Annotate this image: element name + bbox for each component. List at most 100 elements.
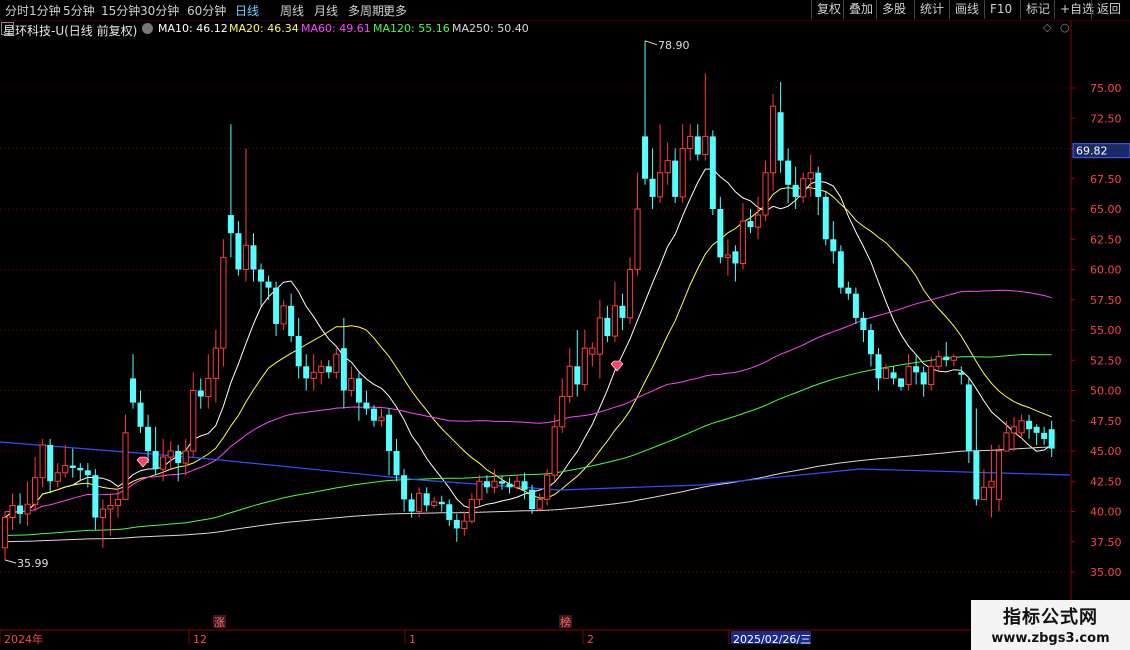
candle-body bbox=[431, 501, 438, 506]
toolbar-button-3[interactable]: 统计 bbox=[914, 0, 949, 19]
legend-toggle-icon[interactable] bbox=[142, 23, 153, 34]
candle-body bbox=[491, 480, 498, 488]
candle-body bbox=[672, 160, 679, 197]
candle-body bbox=[250, 245, 257, 270]
candle-body bbox=[521, 481, 528, 490]
candle-body bbox=[679, 148, 686, 198]
candle-body bbox=[762, 172, 769, 216]
diamond-icon[interactable]: ◇ bbox=[1043, 21, 1051, 34]
candle-body bbox=[363, 402, 370, 409]
candle-body bbox=[393, 451, 400, 476]
candle-body bbox=[130, 378, 137, 403]
y-tick-label: 50.00 bbox=[1090, 385, 1122, 398]
candle-body bbox=[69, 465, 76, 468]
candle-body bbox=[536, 498, 543, 510]
candle-body bbox=[386, 414, 393, 451]
candle-body bbox=[258, 269, 265, 282]
ma120-label: MA120: 55.16 bbox=[373, 22, 450, 35]
candle-body bbox=[732, 251, 739, 264]
candle-body bbox=[401, 475, 408, 500]
toolbar-button-2[interactable]: 多股 bbox=[876, 0, 911, 19]
candle-body bbox=[84, 470, 91, 476]
candle-body bbox=[348, 377, 355, 391]
candle-body bbox=[9, 504, 16, 519]
toolbar-button-8[interactable]: 返回 bbox=[1091, 0, 1126, 19]
period-tab-5[interactable]: 60分钟 bbox=[187, 2, 226, 19]
period-tab-3[interactable]: 15分钟 bbox=[101, 2, 140, 19]
marker-label: 涨 bbox=[214, 616, 225, 629]
candle-body bbox=[280, 305, 287, 325]
y-tick-label: 55.00 bbox=[1090, 324, 1122, 337]
candle-body bbox=[318, 365, 325, 373]
candle-body bbox=[1033, 426, 1040, 433]
candle-body bbox=[739, 220, 747, 264]
candle-body bbox=[943, 356, 950, 361]
candle-body bbox=[792, 184, 799, 197]
candle-body bbox=[468, 498, 475, 522]
candle-body bbox=[62, 465, 69, 474]
toolbar-button-4[interactable]: 画线 bbox=[949, 0, 984, 19]
candle-body bbox=[950, 356, 957, 361]
toolbar-button-6[interactable]: 标记 bbox=[1020, 0, 1055, 19]
current-price-label: 69.82 bbox=[1076, 145, 1108, 158]
candle-body bbox=[626, 269, 634, 319]
stock-title: 星环科技-U(日线 前复权) bbox=[3, 24, 138, 38]
period-tab-0[interactable]: 分时 bbox=[5, 2, 29, 19]
period-tab-8[interactable]: 月线 bbox=[314, 2, 338, 19]
ma10-label: MA10: 46.12 bbox=[158, 22, 228, 35]
candle-body bbox=[190, 390, 197, 452]
period-tab-7[interactable]: 周线 bbox=[280, 2, 304, 19]
candle-body bbox=[935, 356, 942, 367]
dot-icon[interactable]: ○ bbox=[1060, 21, 1070, 34]
candle-body bbox=[513, 480, 521, 488]
candle-body bbox=[242, 244, 250, 271]
candle bbox=[220, 239, 227, 367]
candle-body bbox=[17, 505, 24, 514]
candle-body bbox=[913, 366, 920, 373]
candle-body bbox=[416, 492, 423, 513]
candle-body bbox=[702, 135, 709, 156]
candle-body bbox=[438, 501, 445, 505]
candle-body bbox=[837, 251, 844, 288]
candle-body bbox=[928, 365, 935, 385]
candle-body bbox=[77, 467, 84, 471]
period-tab-4[interactable]: 30分钟 bbox=[140, 2, 179, 19]
candle-body bbox=[453, 519, 460, 529]
candle-body bbox=[709, 136, 716, 209]
toolbar-button-5[interactable]: F10 bbox=[984, 0, 1017, 19]
x-label: 12 bbox=[193, 633, 207, 646]
period-tab-2[interactable]: 5分钟 bbox=[63, 2, 95, 19]
toolbar-button-0[interactable]: 复权 bbox=[811, 0, 846, 19]
candle-body bbox=[114, 498, 122, 506]
y-tick-label: 65.00 bbox=[1090, 203, 1122, 216]
candle-body bbox=[24, 503, 31, 515]
candle-body bbox=[461, 520, 468, 529]
high-label: 78.90 bbox=[658, 39, 690, 52]
period-toolbar: 分时 1分钟 5分钟 15分钟 30分钟 60分钟 日线 周线 月线 多周期 更多 复权 叠加 多股 统计画… bbox=[0, 0, 1130, 21]
period-tab-9[interactable]: 多周期 bbox=[348, 2, 384, 19]
period-tab-1[interactable]: 1分钟 bbox=[29, 2, 61, 19]
candle-body bbox=[182, 450, 189, 464]
candle-body bbox=[785, 160, 792, 185]
toolbar-button-1[interactable]: 叠加 bbox=[843, 0, 878, 19]
candle-body bbox=[506, 483, 513, 488]
period-tab-10[interactable]: 更多 bbox=[383, 2, 407, 19]
candle-body bbox=[152, 451, 159, 470]
y-tick-label: 67.50 bbox=[1090, 173, 1122, 186]
candle-body bbox=[1018, 420, 1025, 434]
candle-body bbox=[265, 281, 272, 288]
candle-body bbox=[867, 330, 874, 355]
marker-label: 榜 bbox=[560, 615, 571, 629]
candle-body bbox=[160, 456, 167, 470]
candle-body bbox=[107, 504, 114, 510]
candle-body bbox=[589, 347, 596, 355]
candle-body bbox=[566, 365, 573, 398]
candle-body bbox=[694, 136, 701, 155]
period-tab-6[interactable]: 日线 bbox=[235, 2, 259, 19]
candle-body bbox=[649, 178, 656, 197]
candle-body bbox=[54, 472, 61, 482]
candle-body bbox=[965, 384, 972, 451]
candle-body bbox=[973, 451, 980, 500]
y-tick-label: 35.00 bbox=[1090, 566, 1122, 579]
x-label: 1 bbox=[409, 633, 416, 646]
